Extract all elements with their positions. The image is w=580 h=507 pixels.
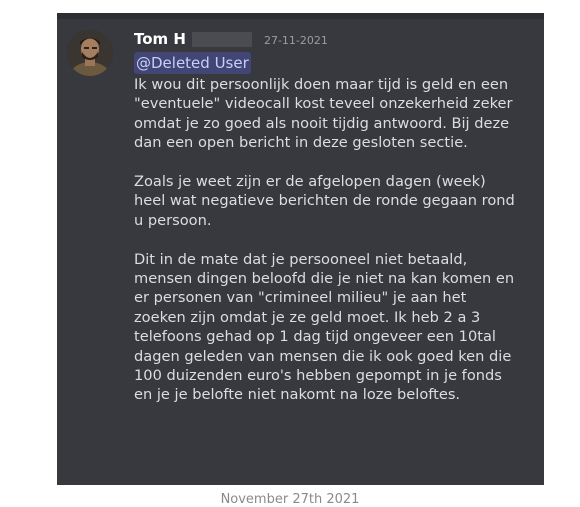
- message-content: Ik wou dit persoonlijk doen maar tijd is…: [134, 75, 534, 405]
- message-header: Tom H 27-11-2021: [134, 29, 328, 49]
- message-line: u persoon.: [134, 211, 212, 229]
- user-avatar-icon[interactable]: [67, 30, 113, 76]
- message-line: telefoons gehad op 1 dag tijd ongeveer e…: [134, 328, 496, 346]
- message-line: 100 duizenden euro's hebben gepompt in j…: [134, 367, 502, 385]
- message-line: heel wat negatieve berichten de ronde ge…: [134, 192, 515, 210]
- discord-message-screenshot: Tom H 27-11-2021 @Deleted User Ik wou di…: [57, 13, 544, 485]
- message-line: dagen geleden van mensen die ik ook goed…: [134, 347, 512, 365]
- message-line: Dit in de mate dat je persooneel niet be…: [134, 250, 468, 268]
- message-line: Ik wou dit persoonlijk doen maar tijd is…: [134, 76, 509, 93]
- top-divider: [57, 13, 544, 19]
- message-line: er personen van "crimineel milieu" je aa…: [134, 289, 467, 307]
- message-line: zoeken zijn omdat je ze geld moet. Ik he…: [134, 308, 481, 326]
- message-paragraph: Zoals je weet zijn er de afgelopen dagen…: [134, 172, 534, 230]
- message-line: omdat je zo goed als nooit tijdig antwoo…: [134, 114, 510, 132]
- message-line: en je je belofte niet nakomt na loze bel…: [134, 386, 461, 404]
- redaction-block: [191, 31, 252, 47]
- user-mention[interactable]: @Deleted User: [134, 52, 251, 74]
- message-line: Zoals je weet zijn er de afgelopen dagen…: [134, 173, 486, 191]
- message-line: mensen dingen beloofd die je niet na kan…: [134, 270, 515, 288]
- message-line: "eventuele" videocall kost teveel onzeke…: [134, 95, 513, 113]
- message-line: dan een open bericht in deze gesloten se…: [134, 134, 468, 152]
- username[interactable]: Tom H: [134, 30, 186, 48]
- message-timestamp: 27-11-2021: [263, 33, 328, 47]
- image-caption: November 27th 2021: [220, 492, 360, 507]
- message-paragraph: Dit in de mate dat je persooneel niet be…: [134, 250, 534, 405]
- message-paragraph: Ik wou dit persoonlijk doen maar tijd is…: [134, 75, 534, 153]
